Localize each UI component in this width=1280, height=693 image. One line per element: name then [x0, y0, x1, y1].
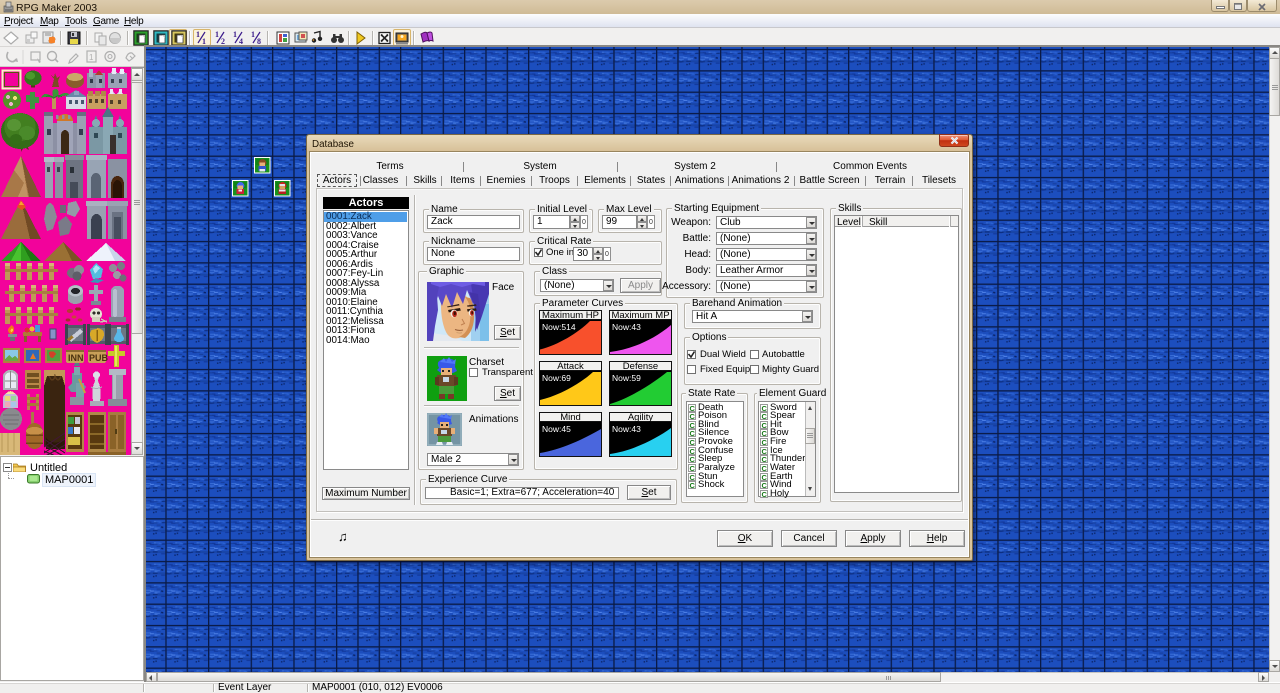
svg-text:C: C: [762, 490, 768, 498]
svg-text:C: C: [762, 464, 768, 472]
svg-text:C: C: [762, 438, 768, 446]
svg-text:C: C: [690, 412, 696, 420]
svg-text:C: C: [690, 447, 696, 455]
svg-text:C: C: [762, 421, 768, 429]
svg-text:C: C: [690, 404, 696, 412]
svg-text:C: C: [762, 412, 768, 420]
svg-text:C: C: [762, 447, 768, 455]
svg-text:C: C: [762, 473, 768, 481]
svg-text:1: 1: [196, 30, 200, 39]
svg-text:1: 1: [89, 53, 94, 62]
svg-text:C: C: [762, 404, 768, 412]
svg-text:C: C: [762, 481, 768, 489]
svg-text:C: C: [690, 421, 696, 429]
svg-text:INN: INN: [68, 353, 84, 363]
svg-text:C: C: [690, 455, 696, 463]
svg-text:C: C: [690, 473, 696, 481]
svg-text:C: C: [690, 464, 696, 472]
svg-text:PUB: PUB: [89, 353, 109, 363]
svg-text:1: 1: [251, 30, 255, 39]
svg-text:1: 1: [215, 30, 219, 39]
svg-text:C: C: [762, 429, 768, 437]
svg-text:C: C: [690, 481, 696, 489]
svg-text:1: 1: [233, 30, 237, 39]
svg-text:C: C: [690, 438, 696, 446]
svg-text:C: C: [690, 429, 696, 437]
svg-text:C: C: [762, 455, 768, 463]
